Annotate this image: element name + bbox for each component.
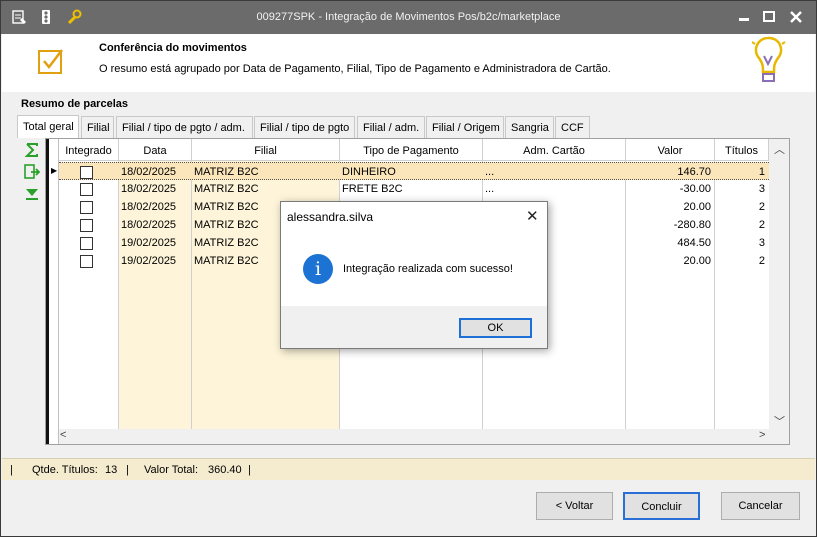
column-header-data[interactable]: Data xyxy=(119,139,192,161)
cell-titulos: 1 xyxy=(758,166,765,178)
header-subtitle: O resumo está agrupado por Data de Pagam… xyxy=(99,63,611,75)
current-row-arrow-icon: ▶ xyxy=(51,166,58,175)
dialog-title: alessandra.silva xyxy=(287,210,374,224)
lightbulb-icon xyxy=(751,36,786,89)
ok-button[interactable]: OK xyxy=(459,318,532,338)
tab-filial-origem[interactable]: Filial / Origem xyxy=(426,116,504,138)
column-header-titulos[interactable]: Títulos xyxy=(715,139,769,161)
tab-total-geral[interactable]: Total geral xyxy=(17,115,79,138)
cell-titulos: 2 xyxy=(758,201,765,213)
scroll-right-icon[interactable]: > xyxy=(759,429,765,441)
cell-valor: -280.80 xyxy=(673,219,711,231)
cell-tipo-pagamento: FRETE B2C xyxy=(342,183,403,195)
cell-valor: 20.00 xyxy=(683,255,711,267)
cancel-button[interactable]: Cancelar xyxy=(721,492,800,520)
horizontal-scrollbar[interactable]: < > xyxy=(59,429,769,444)
finish-button[interactable]: Concluir xyxy=(623,492,700,520)
cell-valor: 484.50 xyxy=(677,237,711,249)
integrado-checkbox[interactable] xyxy=(80,166,93,179)
integrado-checkbox[interactable] xyxy=(80,237,93,250)
dialog-message: Integração realizada com sucesso! xyxy=(343,263,513,275)
column-header-valor[interactable]: Valor xyxy=(626,139,715,161)
maximize-icon[interactable] xyxy=(761,9,777,25)
tab-ccf[interactable]: CCF xyxy=(555,116,590,138)
column-header-adm-cartao[interactable]: Adm. Cartão xyxy=(483,139,626,161)
cell-valor: -30.00 xyxy=(679,183,711,195)
close-icon[interactable] xyxy=(788,9,804,25)
tab-filial-tipo-pgto[interactable]: Filial / tipo de pgto xyxy=(254,116,355,138)
cell-titulos: 2 xyxy=(758,219,765,231)
cell-titulos: 2 xyxy=(758,255,765,267)
qtde-titulos-label: Qtde. Títulos: xyxy=(32,464,98,476)
main-window: 009277SPK - Integração de Movimentos Pos… xyxy=(0,0,817,537)
column-header-integrado[interactable]: Integrado xyxy=(59,139,119,161)
column-header-tipo-pagamento[interactable]: Tipo de Pagamento xyxy=(340,139,483,161)
window-title: 009277SPK - Integração de Movimentos Pos… xyxy=(256,11,561,23)
cell-filial: MATRIZ B2C xyxy=(194,166,259,178)
status-bar: | Qtde. Títulos: 13 | Valor Total: 360.4… xyxy=(2,458,815,480)
integrado-checkbox[interactable] xyxy=(80,183,93,196)
cell-data: 18/02/2025 xyxy=(121,166,177,178)
dialog-footer: OK xyxy=(281,306,547,348)
cell-data: 18/02/2025 xyxy=(121,219,177,231)
table-row[interactable]: 18/02/2025 MATRIZ B2C DINHEIRO... 146.70 1 xyxy=(59,162,769,180)
cell-valor: 20.00 xyxy=(683,201,711,213)
cell-data: 18/02/2025 xyxy=(121,201,177,213)
valor-total-label: Valor Total: xyxy=(144,464,199,476)
scroll-up-icon[interactable]: ︿ xyxy=(774,141,785,157)
checkbox-check-icon xyxy=(36,46,66,79)
filter-icon[interactable] xyxy=(23,185,41,203)
title-bar: 009277SPK - Integração de Movimentos Pos… xyxy=(1,1,816,34)
tab-filial-tipo-pgto-adm[interactable]: Filial / tipo de pgto / adm. xyxy=(116,116,253,138)
qtde-titulos-value: 13 xyxy=(105,464,118,476)
row-indicator: ▶ xyxy=(49,139,59,444)
message-dialog: alessandra.silva ✕ i Integração realizad… xyxy=(280,201,548,349)
tab-filial[interactable]: Filial xyxy=(81,116,114,138)
dialog-close-icon[interactable]: ✕ xyxy=(526,207,539,225)
table-row[interactable]: 18/02/2025 MATRIZ B2C FRETE B2C... -30.00 3 xyxy=(59,180,769,198)
minimize-icon[interactable] xyxy=(736,9,752,25)
integrado-checkbox[interactable] xyxy=(80,219,93,232)
export-icon[interactable] xyxy=(23,163,41,181)
scroll-left-icon[interactable]: < xyxy=(60,429,66,441)
cell-filial: MATRIZ B2C xyxy=(194,183,259,195)
wizard-header: Conferência do movimentos O resumo está … xyxy=(2,34,815,92)
cell-titulos: 3 xyxy=(758,237,765,249)
vertical-scrollbar[interactable]: ︿ ﹀ xyxy=(769,139,789,429)
cell-adm-cartao: ... xyxy=(485,166,495,178)
integrado-checkbox[interactable] xyxy=(80,201,93,214)
header-title: Conferência do movimentos xyxy=(99,42,247,54)
info-icon: i xyxy=(303,254,333,284)
back-button[interactable]: < Voltar xyxy=(536,492,613,520)
column-header-filial[interactable]: Filial xyxy=(192,139,340,161)
cell-data: 19/02/2025 xyxy=(121,237,177,249)
grid-header: Integrado Data Filial Tipo de Pagamento … xyxy=(59,139,769,161)
cell-tipo-pagamento: DINHEIRO xyxy=(342,166,396,178)
cell-data: 19/02/2025 xyxy=(121,255,177,267)
integrado-checkbox[interactable] xyxy=(80,255,93,268)
cell-data: 18/02/2025 xyxy=(121,183,177,195)
cell-titulos: 3 xyxy=(758,183,765,195)
cell-adm-cartao: ... xyxy=(485,183,495,195)
tab-sangria[interactable]: Sangria xyxy=(505,116,554,138)
scroll-down-icon[interactable]: ﹀ xyxy=(774,413,785,429)
tab-filial-adm[interactable]: Filial / adm. xyxy=(357,116,425,138)
section-title: Resumo de parcelas xyxy=(21,98,128,110)
cell-valor: 146.70 xyxy=(677,166,711,178)
sum-icon[interactable] xyxy=(23,141,41,159)
valor-total-value: 360.40 xyxy=(208,464,242,476)
